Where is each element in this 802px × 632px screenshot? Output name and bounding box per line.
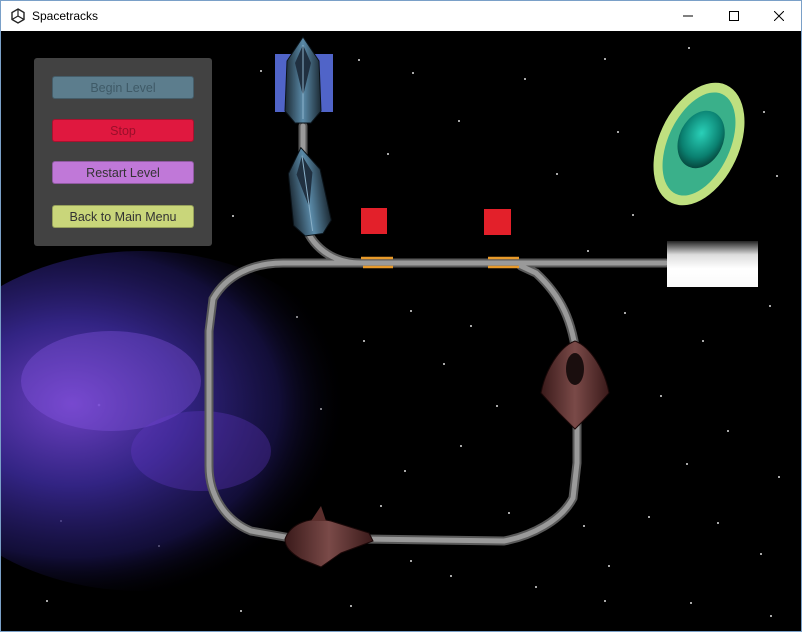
game-window: Spacetracks Begin Level Stop Restart Lev… (0, 0, 802, 632)
unity-app-icon (11, 8, 25, 24)
restart-level-button[interactable]: Restart Level (52, 161, 194, 184)
close-button[interactable] (756, 1, 801, 31)
minimize-button[interactable] (665, 1, 711, 31)
begin-level-button[interactable]: Begin Level (52, 76, 194, 99)
control-panel: Begin Level Stop Restart Level Back to M… (34, 58, 212, 246)
back-to-main-menu-button[interactable]: Back to Main Menu (52, 205, 194, 228)
signal-light-2[interactable] (484, 209, 511, 235)
window-title: Spacetracks (32, 9, 99, 23)
maximize-button[interactable] (711, 1, 757, 31)
maximize-icon (729, 11, 739, 21)
exit-portal (667, 241, 758, 287)
title-bar: Spacetracks (1, 1, 801, 31)
minimize-icon (683, 15, 693, 17)
stop-button[interactable]: Stop (52, 119, 194, 142)
close-icon (774, 11, 784, 21)
signal-light-1[interactable] (361, 208, 387, 234)
